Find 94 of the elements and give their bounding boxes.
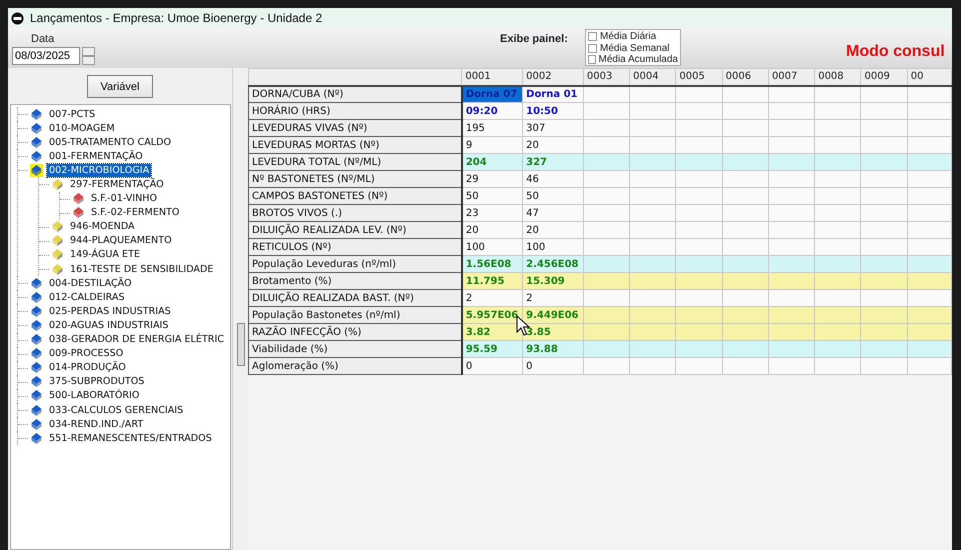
tree-item[interactable]: 005-TRATAMENTO CALDO [47,136,174,149]
row-label: DILUIÇÃO REALIZADA BAST. (Nº) [248,290,462,306]
column-header: 0001 [462,68,523,86]
row-label: RETICULOS (Nº) [248,238,462,256]
tree-item[interactable]: S.F.-01-VINHO [89,192,160,206]
tree-item[interactable]: 004-DESTILAÇÃO [47,276,134,290]
table-cell: 29 [462,170,523,188]
table-cell: 204 [462,154,523,170]
table-cell: 100 [462,238,523,256]
tree-item[interactable]: S.F.-02-FERMENTO [89,206,182,220]
row-label: LEVEDURA TOTAL (Nº/ML) [248,154,462,170]
tree-item[interactable]: 007-PCTS [47,108,98,121]
column-header: 0008 [814,68,861,86]
table-cell: 307 [522,120,584,136]
row-label: Nº BASTONETES (Nº/ML) [248,170,462,188]
row-label: CAMPOS BASTONETES (Nº) [248,188,462,204]
checkbox-label: Média Diária [600,31,656,42]
tree-item[interactable]: 161-TESTE DE SENSIBILIDADE [68,262,216,276]
table-cell: 0 [462,358,523,374]
mode-label: Modo consul [846,42,945,62]
tree-item[interactable]: 034-REND.IND./ART [47,418,146,431]
table-cell: 327 [522,154,584,170]
row-label: LEVEDURAS MORTAS (Nº) [248,136,462,154]
date-spinner[interactable] [82,47,95,65]
tree-item[interactable]: 297-FERMENTAÇÃO [68,178,166,192]
table-cell: 50 [522,188,584,204]
row-label: BROTOS VIVOS (.) [248,204,462,222]
table-cell: 50 [462,188,523,204]
table-cell: 20 [522,222,584,238]
table-cell: 23 [462,204,523,222]
table-cell: 9.449E06 [522,306,584,324]
table-cell: 1.56E08 [462,256,523,272]
table-cell: 0 [522,358,584,374]
tree-item[interactable]: 038-GERADOR DE ENERGIA ELÉTRIC [47,333,226,346]
tree-item[interactable]: 025-PERDAS INDUSTRIAS [47,304,173,318]
table-cell: 47 [522,204,584,222]
column-header: 0002 [522,68,584,86]
tree-item[interactable]: 020-AGUAS INDUSTRIAIS [47,318,170,332]
table-cell: 2 [462,290,523,306]
column-header: 0005 [676,68,722,86]
panel-label: Exibe painel: [500,32,568,47]
row-label: População Leveduras (nº/ml) [248,256,462,272]
row-label: HORÁRIO (HRS) [248,102,462,120]
table-cell: 09:20 [462,102,523,120]
column-header: 00 [907,68,952,86]
tree-item[interactable]: 014-PRODUÇÃO [47,361,128,374]
table-cell: 11.795 [462,272,523,290]
table-cell: 46 [522,170,584,188]
tree-item[interactable]: 500-LABORATÓRIO [47,389,142,402]
row-label: DILUIÇÃO REALIZADA LEV. (Nº) [248,222,462,238]
column-header: 0009 [860,68,908,86]
column-header: 0003 [583,68,630,86]
row-label: População Bastonetes (nº/ml) [248,306,462,324]
column-header: 0004 [630,68,676,86]
app-icon [11,12,24,24]
variable-button[interactable]: Variável [87,75,153,98]
table-cell: 95.59 [462,340,523,358]
table-cell: 20 [522,136,584,154]
table-cell: 20 [462,222,523,238]
window-title: Lançamentos - Empresa: Umoe Bioenergy - Unidade 2 [30,11,322,25]
tree-item[interactable]: 375-SUBPRODUTOS [47,375,146,388]
row-label: LEVEDURAS VIVAS (Nº) [248,120,462,136]
row-label: RAZÃO INFECÇÃO (%) [248,324,462,340]
tree-item[interactable]: 012-CALDEIRAS [47,290,127,304]
checkbox[interactable] [588,55,596,64]
splitter-handle[interactable] [236,322,244,366]
tree-item[interactable]: 009-PROCESSO [47,347,126,360]
tree-item[interactable]: 010-MOAGEM [47,122,117,135]
checkbox[interactable] [588,44,597,53]
table-cell: 10:50 [522,102,584,120]
table-cell: 100 [522,238,584,256]
tree-item[interactable]: 001-FERMENTAÇÃO [47,150,145,163]
checkbox-label: Média Acumulada [598,54,678,66]
tree-item[interactable]: 946-MOENDA [68,220,137,234]
date-label: Data [31,32,54,47]
tree-item[interactable]: 944-PLAQUEAMENTO [68,234,174,248]
table-cell: 2.456E08 [522,256,584,272]
table-cell: 15.309 [522,272,584,290]
row-label: Viabilidade (%) [248,340,462,358]
tree-item[interactable]: 002-MICROBIOLOGIA [47,164,152,177]
column-header: 0006 [722,68,768,86]
row-label: Brotamento (%) [248,272,462,290]
table-cell: 9 [462,136,523,154]
checkbox-label: Média Semanal [600,42,670,54]
tree-item[interactable]: 033-CALCULOS GERENCIAIS [47,404,186,417]
tree-item[interactable]: 551-REMANESCENTES/ENTRADOS [47,432,214,445]
tree-item[interactable]: 149-ÁGUA ETE [68,248,142,262]
table-cell: 2 [522,290,584,306]
table-cell: 93.88 [522,340,584,358]
column-header: 0007 [768,68,815,86]
table-cell: 195 [462,120,523,136]
date-field[interactable]: 08/03/2025 [12,47,80,65]
row-label: Aglomeração (%) [248,358,462,374]
checkbox[interactable] [588,32,597,42]
